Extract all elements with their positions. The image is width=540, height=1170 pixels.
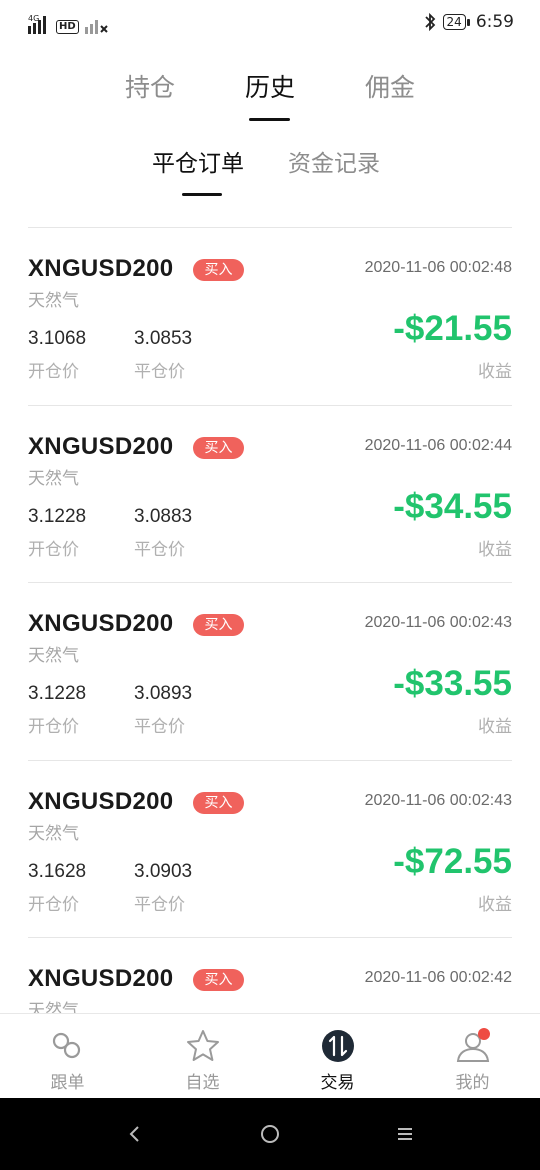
order-symbol: XNGUSD200 bbox=[28, 965, 174, 992]
commodity-name: 天然气 bbox=[28, 469, 79, 489]
sub-tab-indicator bbox=[182, 193, 222, 196]
top-tab-bar: 持仓 历史 佣金 bbox=[0, 62, 540, 122]
network-type: 4G bbox=[28, 14, 39, 23]
profit-amount: -$33.55 bbox=[393, 664, 512, 703]
nav-label: 自选 bbox=[185, 1073, 220, 1093]
order-symbol: XNGUSD200 bbox=[28, 788, 174, 815]
open-price-label: 开仓价 bbox=[28, 540, 79, 560]
commodity-name: 天然气 bbox=[28, 1001, 79, 1013]
link-icon bbox=[52, 1032, 80, 1059]
close-price: 3.0893 bbox=[134, 683, 193, 704]
profit-label: 收益 bbox=[478, 540, 512, 560]
commodity-name: 天然气 bbox=[28, 824, 79, 844]
battery-level: 24 bbox=[442, 14, 471, 30]
open-price-label: 开仓价 bbox=[28, 717, 79, 737]
nav-label: 跟单 bbox=[50, 1073, 85, 1093]
order-time: 2020-11-06 00:02:43 bbox=[364, 614, 512, 631]
home-icon[interactable] bbox=[256, 1120, 284, 1148]
close-price-label: 平仓价 bbox=[134, 895, 185, 915]
notification-dot bbox=[477, 1028, 490, 1040]
bluetooth-icon bbox=[424, 12, 435, 32]
order-time: 2020-11-06 00:02:43 bbox=[364, 792, 512, 809]
profit-amount: -$72.55 bbox=[393, 842, 512, 881]
secondary-signal-icon bbox=[84, 20, 108, 34]
profit-label: 收益 bbox=[478, 362, 512, 382]
open-price: 3.1228 bbox=[28, 683, 87, 704]
order-item[interactable]: XNGUSD200 买入 2020-11-06 00:02:48 天然气 3.1… bbox=[0, 228, 540, 405]
tab-history[interactable]: 历史 bbox=[220, 68, 320, 104]
buy-badge: 买入 bbox=[193, 969, 244, 991]
close-price: 3.0853 bbox=[134, 328, 193, 349]
order-item[interactable]: XNGUSD200 买入 2020-11-06 00:02:43 天然气 3.1… bbox=[0, 583, 540, 760]
tab-commission[interactable]: 佣金 bbox=[340, 68, 440, 104]
buy-badge: 买入 bbox=[193, 792, 244, 814]
nav-trade[interactable]: 交易 bbox=[270, 1014, 405, 1099]
tab-closed-orders[interactable]: 平仓订单 bbox=[152, 144, 244, 178]
hd-indicator: HD bbox=[56, 20, 79, 34]
order-time: 2020-11-06 00:02:44 bbox=[364, 437, 512, 454]
trade-icon bbox=[321, 1030, 354, 1062]
open-price: 3.1068 bbox=[28, 328, 87, 349]
bottom-nav: 跟单 自选 交易 我的 bbox=[0, 1013, 540, 1099]
nav-label: 交易 bbox=[320, 1073, 355, 1093]
nav-copy-trade[interactable]: 跟单 bbox=[0, 1014, 135, 1099]
open-price: 3.1228 bbox=[28, 506, 87, 527]
tab-positions[interactable]: 持仓 bbox=[100, 68, 200, 104]
buy-badge: 买入 bbox=[193, 437, 244, 459]
tab-fund-records[interactable]: 资金记录 bbox=[288, 144, 380, 178]
order-symbol: XNGUSD200 bbox=[28, 255, 174, 282]
commodity-name: 天然气 bbox=[28, 291, 79, 311]
status-right: 24 6:59 bbox=[423, 12, 514, 32]
profit-amount: -$21.55 bbox=[393, 309, 512, 348]
order-item[interactable]: XNGUSD200 买入 2020-11-06 00:02:43 天然气 3.1… bbox=[0, 761, 540, 938]
profit-label: 收益 bbox=[478, 717, 512, 737]
close-price: 3.0903 bbox=[134, 861, 193, 882]
profit-amount: -$34.55 bbox=[393, 487, 512, 526]
open-price-label: 开仓价 bbox=[28, 895, 79, 915]
closed-order-list[interactable]: XNGUSD200 买入 2020-11-06 00:02:48 天然气 3.1… bbox=[0, 198, 540, 1013]
close-price-label: 平仓价 bbox=[134, 362, 185, 382]
nav-profile[interactable]: 我的 bbox=[405, 1014, 540, 1099]
close-price-label: 平仓价 bbox=[134, 717, 185, 737]
nav-label: 我的 bbox=[455, 1073, 490, 1093]
nav-watchlist[interactable]: 自选 bbox=[135, 1014, 270, 1099]
open-price-label: 开仓价 bbox=[28, 362, 79, 382]
user-icon bbox=[456, 1028, 490, 1062]
sub-tab-bar: 平仓订单 资金记录 bbox=[0, 140, 540, 200]
cellular-signal-icon: 4G bbox=[28, 14, 46, 34]
order-time: 2020-11-06 00:02:42 bbox=[364, 969, 512, 986]
order-symbol: XNGUSD200 bbox=[28, 610, 174, 637]
order-item[interactable]: XNGUSD200 买入 2020-11-06 00:02:44 天然气 3.1… bbox=[0, 406, 540, 583]
top-tab-indicator bbox=[249, 118, 290, 121]
order-time: 2020-11-06 00:02:48 bbox=[364, 259, 512, 276]
status-left: 4G HD bbox=[28, 12, 109, 34]
back-icon[interactable] bbox=[121, 1120, 149, 1148]
clock: 6:59 bbox=[475, 12, 514, 32]
profit-label: 收益 bbox=[478, 895, 512, 915]
close-price: 3.0883 bbox=[134, 506, 193, 527]
star-icon bbox=[186, 1030, 219, 1061]
close-price-label: 平仓价 bbox=[134, 540, 185, 560]
status-bar: 4G HD 24 6:59 bbox=[0, 0, 540, 46]
order-item[interactable]: XNGUSD200 买入 2020-11-06 00:02:42 天然气 bbox=[0, 938, 540, 1013]
buy-badge: 买入 bbox=[193, 259, 244, 281]
system-nav-bar bbox=[0, 1098, 540, 1170]
buy-badge: 买入 bbox=[193, 614, 244, 636]
open-price: 3.1628 bbox=[28, 861, 87, 882]
menu-icon[interactable] bbox=[391, 1120, 419, 1148]
order-symbol: XNGUSD200 bbox=[28, 433, 174, 460]
commodity-name: 天然气 bbox=[28, 646, 79, 666]
